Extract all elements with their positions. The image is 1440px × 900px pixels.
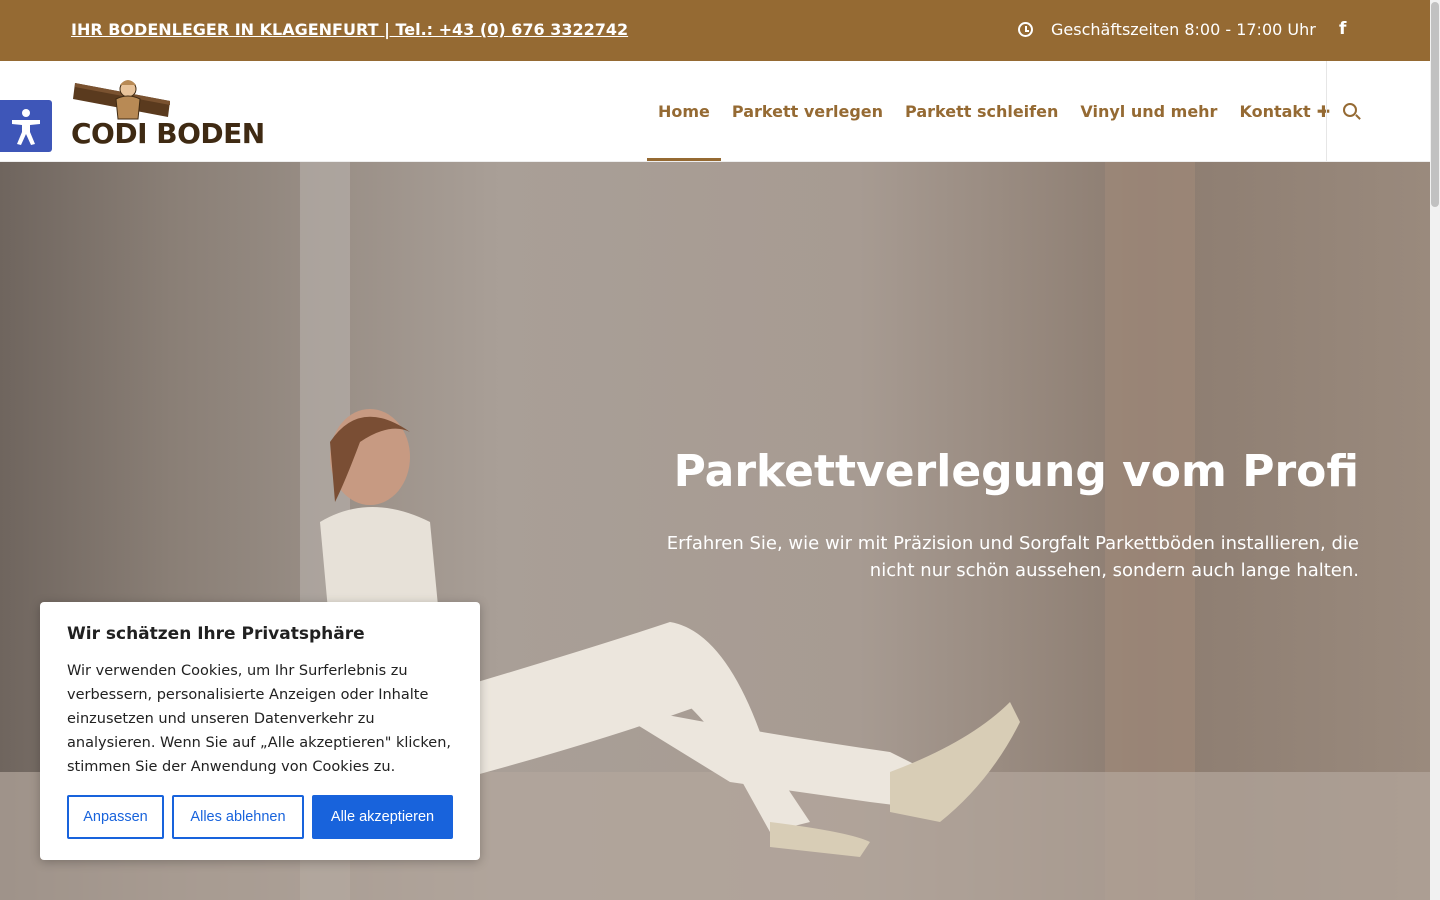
logo-text[interactable]: CODI BODEN [71,117,265,150]
cookie-banner: Wir schätzen Ihre Privatsphäre Wir verwe… [40,602,480,860]
scrollbar-thumb[interactable] [1431,2,1439,207]
nav-home[interactable]: Home [647,61,721,161]
nav-parkett-schleifen[interactable]: Parkett schleifen [894,61,1069,161]
cookie-text: Wir verwenden Cookies, um Ihr Surferlebn… [67,663,451,775]
nav-kontakt-label: Kontakt [1239,101,1311,121]
accessibility-icon [12,109,40,145]
plus-icon: ✚ [1316,101,1331,121]
cookie-reject-button[interactable]: Alles ablehnen [172,795,304,839]
top-bar: IHR BODENLEGER IN KLAGENFURT | Tel.: +43… [0,0,1430,61]
main-nav: Home Parkett verlegen Parkett schleifen … [647,61,1341,161]
nav-parkett-verlegen[interactable]: Parkett verlegen [721,61,894,161]
hero-subtitle: Erfahren Sie, wie wir mit Präzision und … [666,533,1359,581]
nav-kontakt[interactable]: Kontakt ✚ [1228,61,1341,161]
site-header: CODI BODEN Home Parkett verlegen Parkett… [0,61,1430,162]
clock-icon [1018,22,1033,37]
facebook-icon[interactable]: f [1339,19,1346,39]
phone-link[interactable]: IHR BODENLEGER IN KLAGENFURT | Tel.: +43… [71,20,628,39]
hero-title: Parkettverlegung vom Profi [673,446,1359,497]
business-hours: Geschäftszeiten 8:00 - 17:00 Uhr [1051,20,1316,39]
cookie-title: Wir schätzen Ihre Privatsphäre [67,624,365,644]
accessibility-button[interactable] [0,100,52,152]
cookie-customize-button[interactable]: Anpassen [67,795,164,839]
search-divider [1326,61,1327,161]
nav-vinyl[interactable]: Vinyl und mehr [1069,61,1228,161]
cookie-accept-button[interactable]: Alle akzeptieren [312,795,453,839]
search-icon[interactable] [1343,103,1357,117]
